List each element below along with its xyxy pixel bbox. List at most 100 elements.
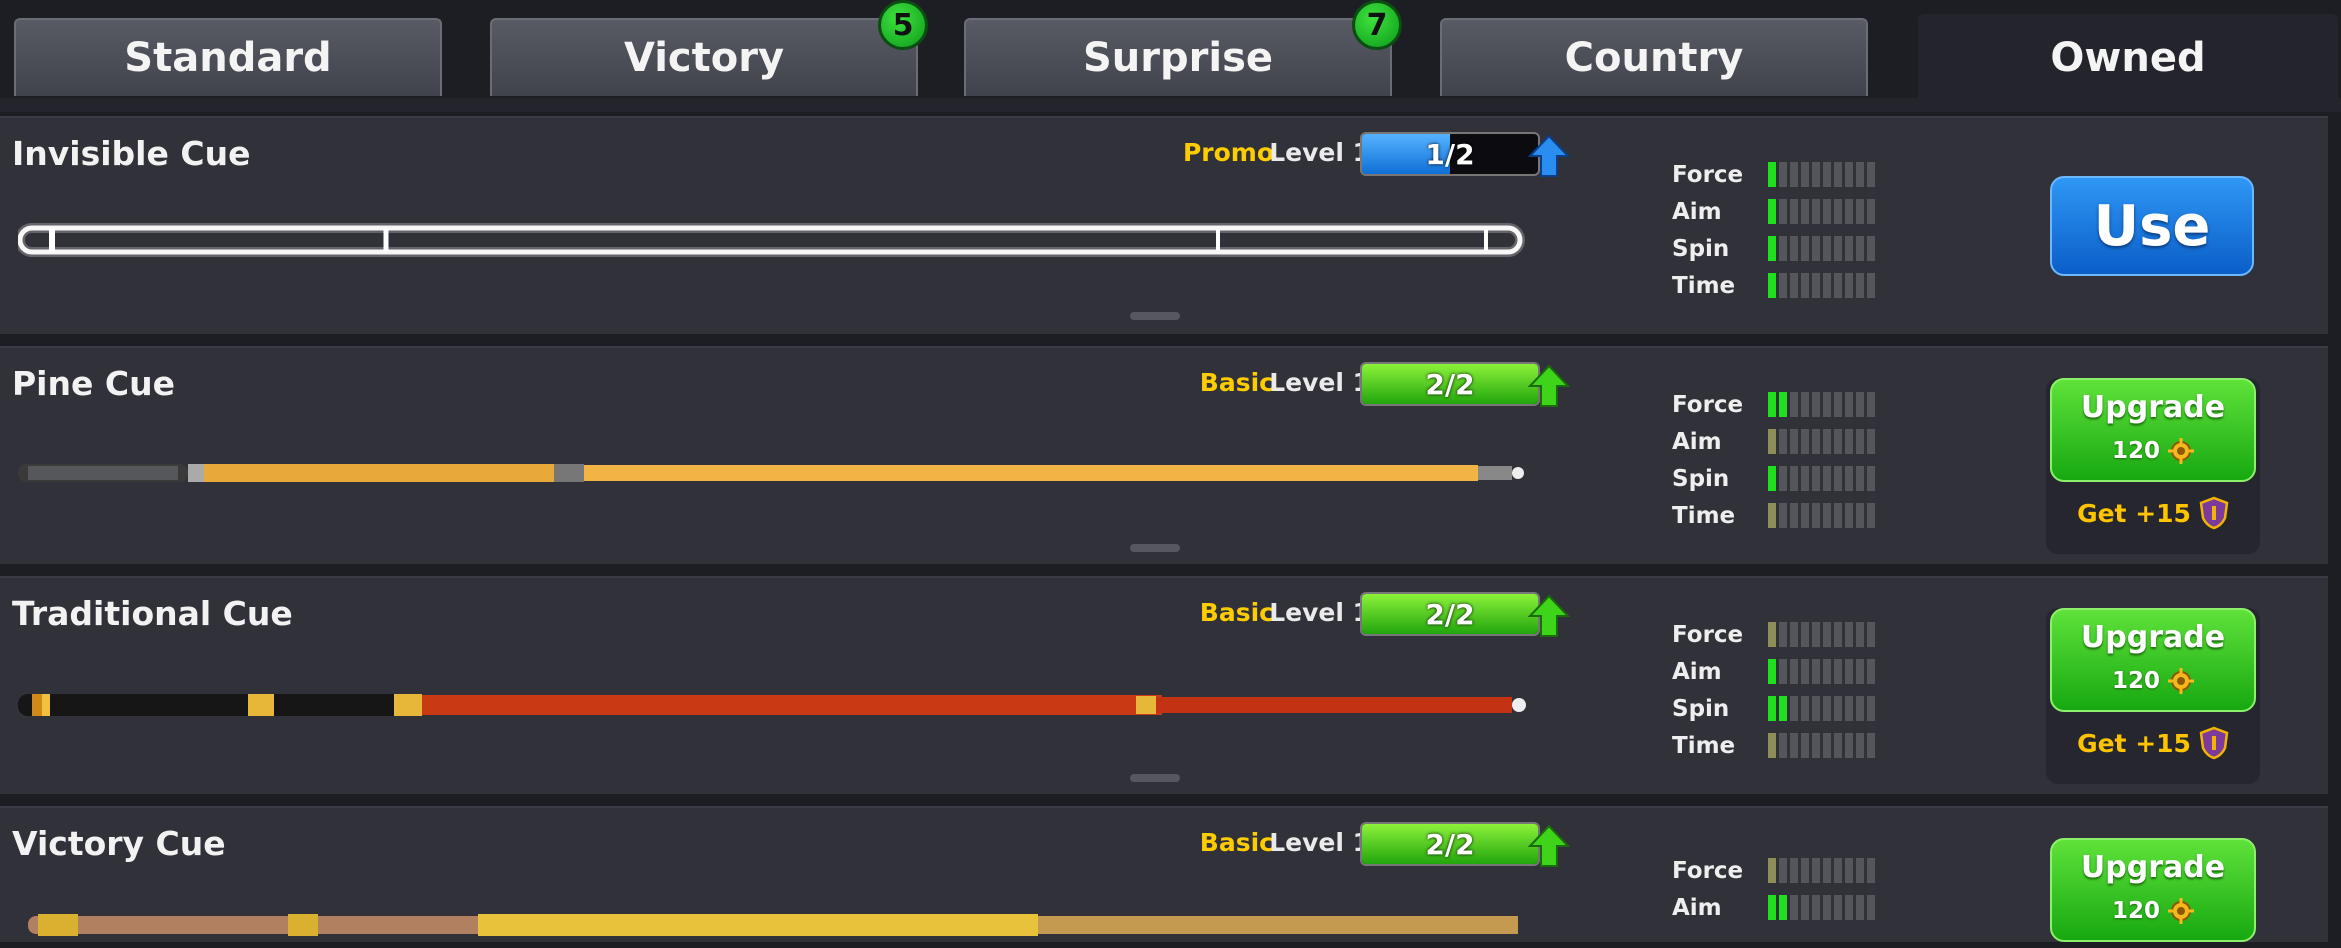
use-button[interactable]: Use [2050, 176, 2254, 276]
upgrade-label: Upgrade [2080, 850, 2226, 885]
level-label: Level 1 [1269, 598, 1370, 627]
cue-stats: Force Aim Spin Time [1672, 158, 1912, 306]
stat-segment [1823, 622, 1831, 647]
stat-segment [1768, 162, 1776, 187]
stat-segment [1845, 392, 1853, 417]
stat-segment [1812, 429, 1820, 454]
tab-surprise[interactable]: Surprise [964, 18, 1392, 96]
tab-country[interactable]: Country [1440, 18, 1868, 96]
tab-label: Victory [623, 35, 785, 81]
tab-victory[interactable]: Victory [490, 18, 918, 96]
stat-segment [1801, 273, 1809, 298]
stat-segment [1790, 622, 1798, 647]
cost-value: 120 [2111, 438, 2160, 464]
cost-value: 120 [2111, 898, 2160, 924]
stat-segment [1856, 503, 1864, 528]
stat-segment [1834, 392, 1842, 417]
stat-spin: Spin [1672, 232, 1912, 269]
cue-stats: Force Aim Spin Time [1672, 388, 1912, 536]
stat-bar [1768, 895, 1875, 920]
stat-segment [1779, 895, 1787, 920]
stat-segment [1812, 733, 1820, 758]
stat-segment [1856, 162, 1864, 187]
stat-segment [1768, 622, 1776, 647]
stat-segment [1812, 392, 1820, 417]
stat-segment [1845, 236, 1853, 261]
level-progress: Promo Level 1 1/2 [1150, 132, 1570, 177]
cue-name: Traditional Cue [12, 594, 293, 633]
progress-bar: 2/2 [1360, 362, 1540, 406]
tab-standard[interactable]: Standard [14, 18, 442, 96]
row-handle [1130, 312, 1180, 320]
up-arrow-icon [1528, 824, 1570, 867]
stat-segment [1812, 659, 1820, 684]
upgrade-button[interactable]: Upgrade 120 [2050, 608, 2256, 712]
stat-segment [1801, 622, 1809, 647]
stat-segment [1867, 236, 1875, 261]
stat-segment [1801, 236, 1809, 261]
shield-icon [2199, 726, 2229, 760]
stat-segment [1867, 273, 1875, 298]
stat-segment [1856, 622, 1864, 647]
stat-segment [1856, 466, 1864, 491]
stat-segment [1867, 392, 1875, 417]
stat-segment [1867, 895, 1875, 920]
stat-segment [1834, 273, 1842, 298]
upgrade-cost: 120 [2052, 438, 2254, 464]
stat-segment [1823, 503, 1831, 528]
stat-segment [1845, 622, 1853, 647]
tab-label: Standard [124, 35, 332, 81]
upgrade-button[interactable]: Upgrade 120 [2050, 838, 2256, 942]
stat-segment [1790, 273, 1798, 298]
stat-segment [1779, 392, 1787, 417]
stat-time: Time [1672, 729, 1912, 766]
get-bonus-link[interactable]: Get +15 [2050, 496, 2256, 530]
stat-bar [1768, 236, 1875, 261]
upgrade-cost: 120 [2052, 898, 2254, 924]
stat-segment [1867, 622, 1875, 647]
stat-segment [1779, 466, 1787, 491]
get-bonus-link[interactable]: Get +15 [2050, 726, 2256, 760]
stat-segment [1790, 466, 1798, 491]
cue-name: Invisible Cue [12, 134, 251, 173]
stat-aim: Aim [1672, 425, 1912, 462]
stat-force: Force [1672, 854, 1912, 891]
stat-bar [1768, 659, 1875, 684]
stat-segment [1834, 858, 1842, 883]
stat-segment [1834, 696, 1842, 721]
stat-bar [1768, 199, 1875, 224]
cue-name: Victory Cue [12, 824, 226, 863]
tab-underline [0, 98, 2341, 112]
progress-bar: 1/2 [1360, 132, 1540, 176]
progress-text: 2/2 [1425, 827, 1475, 861]
stat-segment [1823, 858, 1831, 883]
gear-coin-icon [2168, 898, 2194, 924]
stat-segment [1790, 659, 1798, 684]
progress-bar: 2/2 [1360, 592, 1540, 636]
stat-segment [1790, 858, 1798, 883]
stat-segment [1823, 199, 1831, 224]
stat-segment [1768, 429, 1776, 454]
stat-segment [1834, 659, 1842, 684]
stat-segment [1779, 858, 1787, 883]
stat-segment [1834, 236, 1842, 261]
stat-segment [1801, 659, 1809, 684]
up-arrow-icon [1528, 364, 1570, 407]
stat-segment [1779, 503, 1787, 528]
tab-label: Owned [2050, 35, 2206, 81]
upgrade-button[interactable]: Upgrade 120 [2050, 378, 2256, 482]
stat-aim: Aim [1672, 195, 1912, 232]
stat-segment [1856, 733, 1864, 758]
stat-segment [1823, 162, 1831, 187]
stat-segment [1768, 236, 1776, 261]
stat-segment [1856, 429, 1864, 454]
stat-segment [1867, 733, 1875, 758]
tab-owned[interactable]: Owned [1918, 14, 2338, 100]
stat-bar [1768, 503, 1875, 528]
progress-text: 2/2 [1425, 597, 1475, 631]
stat-segment [1812, 622, 1820, 647]
stat-segment [1790, 199, 1798, 224]
stat-segment [1823, 466, 1831, 491]
stat-segment [1779, 162, 1787, 187]
stat-segment [1823, 733, 1831, 758]
